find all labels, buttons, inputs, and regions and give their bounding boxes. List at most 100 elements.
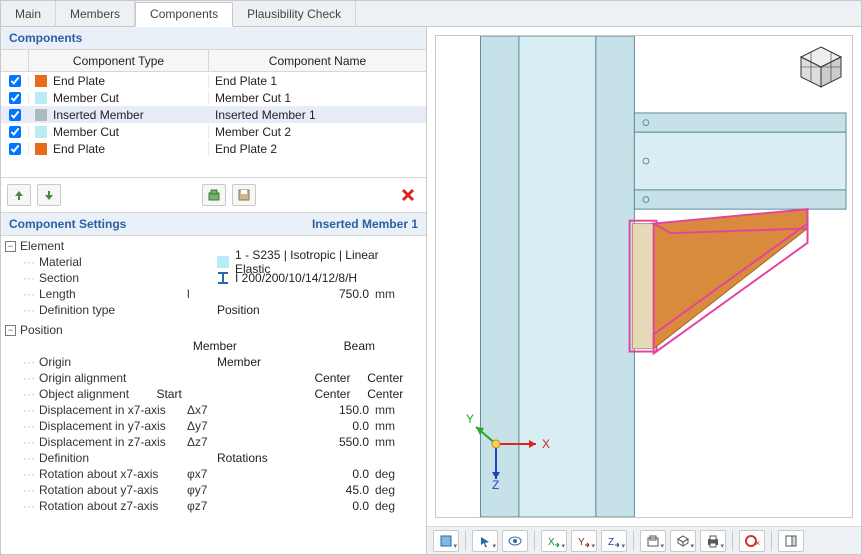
property-label: Origin alignment xyxy=(39,371,137,385)
svg-text:×: × xyxy=(755,538,760,548)
property-value[interactable]: Start xyxy=(156,387,314,401)
group-label: Element xyxy=(20,239,64,253)
vt-iso-button[interactable]: ▾ xyxy=(670,530,696,552)
color-swatch-icon xyxy=(35,75,47,87)
vt-show-button[interactable] xyxy=(502,530,528,552)
property-value[interactable]: 0.0 xyxy=(217,499,375,513)
property-label: Object alignment xyxy=(39,387,137,401)
property-value[interactable]: 750.0 xyxy=(217,287,375,301)
property-value[interactable]: 0.0 xyxy=(217,419,375,433)
header-component-type[interactable]: Component Type xyxy=(29,50,209,71)
group-label: Position xyxy=(20,323,63,337)
component-name-label: End Plate 2 xyxy=(209,142,426,156)
material-icon xyxy=(217,256,229,268)
section-icon xyxy=(217,272,229,284)
tree-dots-icon: ··· xyxy=(23,271,35,285)
collapse-icon[interactable]: − xyxy=(5,241,16,252)
move-up-button[interactable] xyxy=(7,184,31,206)
property-value[interactable]: Center xyxy=(314,387,367,401)
property-value[interactable]: Member xyxy=(217,355,384,369)
table-row[interactable]: End PlateEnd Plate 1 xyxy=(1,72,426,89)
vt-view-y-button[interactable]: Y▾ xyxy=(571,530,597,552)
vt-whole-model-button[interactable]: ▾ xyxy=(640,530,666,552)
vt-view-x-button[interactable]: X▾ xyxy=(541,530,567,552)
components-table-header: Component Type Component Name xyxy=(1,50,426,72)
property-label: Material xyxy=(39,255,187,269)
color-swatch-icon xyxy=(35,143,47,155)
property-value[interactable]: Center xyxy=(314,371,367,385)
vt-panel-button[interactable] xyxy=(778,530,804,552)
component-name-label: Inserted Member 1 xyxy=(209,108,426,122)
property-value[interactable]: 550.0 xyxy=(217,435,375,449)
property-unit: mm xyxy=(375,435,411,449)
table-row[interactable]: Inserted Member Inserted Member 1 xyxy=(1,106,426,123)
row-checkbox[interactable] xyxy=(9,143,21,155)
component-type-label: End Plate xyxy=(53,142,105,156)
property-unit: mm xyxy=(375,287,411,301)
property-value[interactable]: 0.0 xyxy=(217,467,375,481)
tab-components[interactable]: Components xyxy=(135,2,233,27)
property-value[interactable]: Rotations xyxy=(217,451,384,465)
tree-dots-icon: ··· xyxy=(23,435,35,449)
tabs-bar: Main Members Components Plausibility Che… xyxy=(1,1,861,27)
save-button[interactable] xyxy=(232,184,256,206)
component-type-label: Member Cut xyxy=(53,91,119,105)
svg-text:X: X xyxy=(542,437,550,451)
property-value[interactable]: Center xyxy=(367,387,420,401)
component-type-label: Inserted Member xyxy=(53,108,144,122)
row-checkbox[interactable] xyxy=(9,92,21,104)
library-button[interactable] xyxy=(202,184,226,206)
property-unit: mm xyxy=(375,403,411,417)
vt-view-z-button[interactable]: Z▾ xyxy=(601,530,627,552)
table-row[interactable]: Member CutMember Cut 2 xyxy=(1,123,426,140)
tab-main[interactable]: Main xyxy=(1,1,56,27)
component-name-label: Member Cut 2 xyxy=(209,125,426,139)
row-checkbox[interactable] xyxy=(9,109,21,121)
property-label: Displacement in y7-axis xyxy=(39,419,187,433)
tab-members[interactable]: Members xyxy=(56,1,135,27)
property-label: Displacement in z7-axis xyxy=(39,435,187,449)
property-symbol: φz7 xyxy=(187,499,217,513)
property-symbol: φx7 xyxy=(187,467,217,481)
row-checkbox[interactable] xyxy=(9,75,21,87)
collapse-icon[interactable]: − xyxy=(5,325,16,336)
table-row[interactable]: End Plate End Plate 2 xyxy=(1,140,426,157)
components-table: Component Type Component Name End PlateE… xyxy=(1,50,426,178)
property-symbol: l xyxy=(187,287,217,301)
property-unit: deg xyxy=(375,483,411,497)
move-down-button[interactable] xyxy=(37,184,61,206)
svg-text:Z: Z xyxy=(608,537,614,548)
tree-dots-icon: ··· xyxy=(23,451,35,465)
vt-print-button[interactable]: ▾ xyxy=(700,530,726,552)
vt-pointer-button[interactable]: ▾ xyxy=(472,530,498,552)
table-row[interactable]: Member Cut Member Cut 1 xyxy=(1,89,426,106)
property-symbol: Δz7 xyxy=(187,435,217,449)
property-unit: deg xyxy=(375,467,411,481)
component-settings-tree: −Element···Material1 - S235 | Isotropic … xyxy=(1,236,426,554)
property-symbol: Δy7 xyxy=(187,419,217,433)
color-swatch-icon xyxy=(35,92,47,104)
property-label: Section xyxy=(39,271,187,285)
vt-reset-button[interactable]: × xyxy=(739,530,765,552)
property-value[interactable]: I 200/200/10/14/12/8/H xyxy=(217,271,384,285)
row-checkbox[interactable] xyxy=(9,126,21,138)
navigation-cube-icon[interactable] xyxy=(798,44,844,90)
property-value[interactable]: 150.0 xyxy=(217,403,375,417)
tree-dots-icon: ··· xyxy=(23,371,35,385)
property-value[interactable]: 45.0 xyxy=(217,483,375,497)
header-component-name[interactable]: Component Name xyxy=(209,50,426,71)
vt-display-options-button[interactable]: ▾ xyxy=(433,530,459,552)
property-value[interactable]: Center xyxy=(367,371,420,385)
left-panel: Components Component Type Component Name… xyxy=(1,27,427,554)
tree-dots-icon: ··· xyxy=(23,255,35,269)
delete-button[interactable] xyxy=(396,184,420,206)
tab-plausibility-check[interactable]: Plausibility Check xyxy=(233,1,356,27)
viewport-3d[interactable]: X Z Y xyxy=(435,35,853,518)
components-panel-title: Components xyxy=(1,27,426,50)
property-value[interactable]: Position xyxy=(217,303,384,317)
view-toolbar: ▾ ▾ X▾ Y▾ Z▾ ▾ ▾ ▾ × xyxy=(427,526,861,554)
axis-triad-icon: X Z Y xyxy=(466,409,556,489)
svg-text:Y: Y xyxy=(466,412,474,426)
column-header: Beam xyxy=(344,339,420,353)
component-name-label: Member Cut 1 xyxy=(209,91,426,105)
